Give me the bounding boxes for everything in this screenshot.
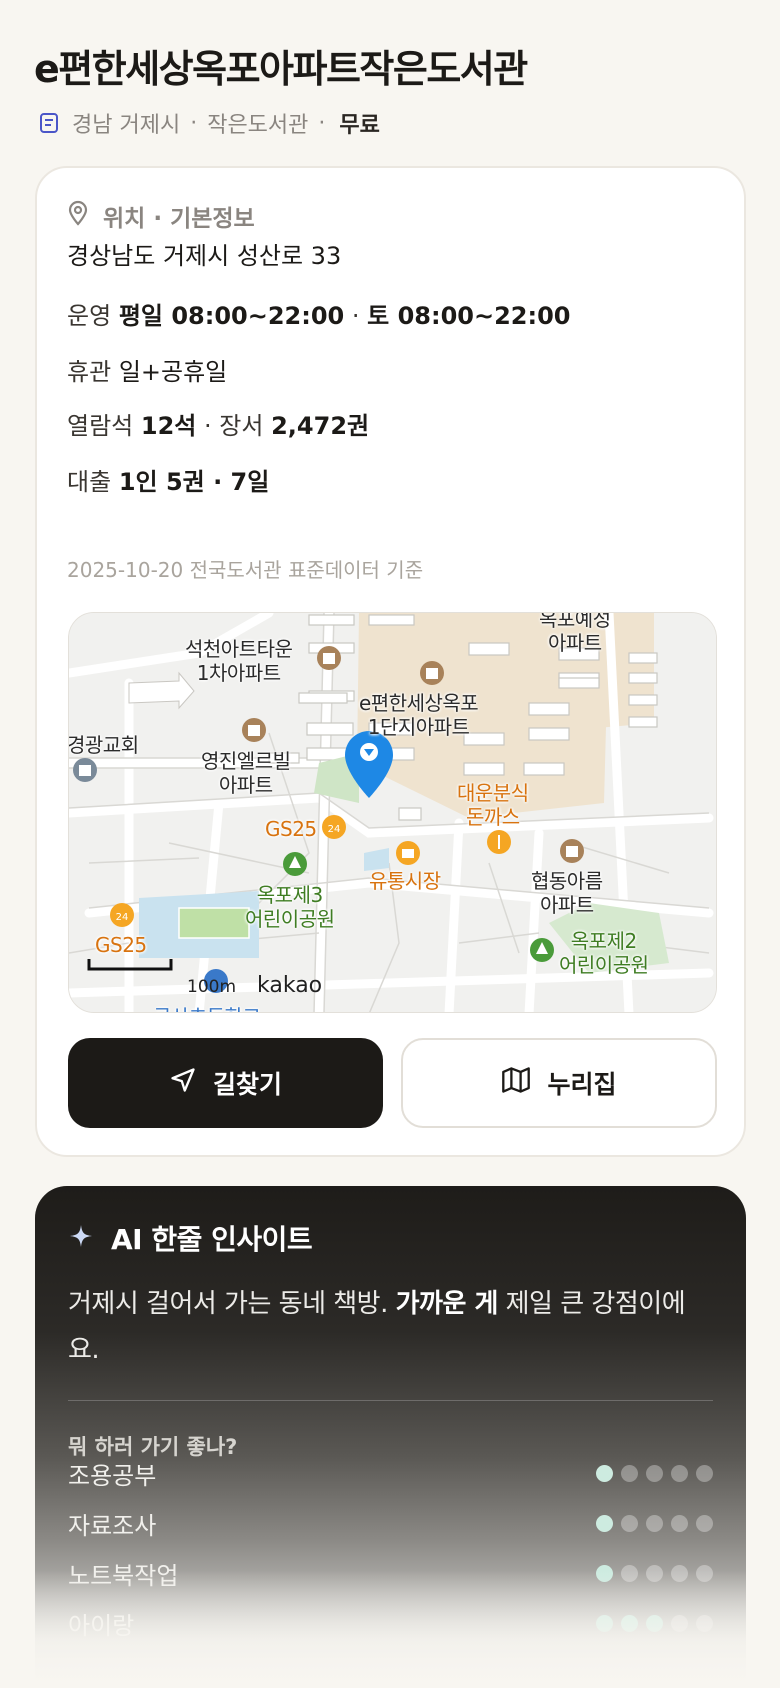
separator: · bbox=[190, 110, 198, 136]
score-dot bbox=[596, 1464, 613, 1482]
seats-label: 열람석 bbox=[67, 412, 134, 440]
directions-button[interactable]: 길찾기 bbox=[68, 1038, 383, 1128]
region-text: 경남 거제시 bbox=[72, 113, 181, 138]
score-dot bbox=[671, 1514, 688, 1532]
ai-text-part: 거제시 걸어서 가는 동네 책방. bbox=[68, 1289, 396, 1319]
map-label-daewoon: 대운분식 돈까스 bbox=[457, 781, 529, 829]
map-label-park3: 옥포제3 어린이공원 bbox=[245, 883, 335, 931]
score-dot bbox=[646, 1464, 663, 1482]
activity-name: 조용공부 bbox=[68, 1461, 157, 1490]
closed-label: 휴관 bbox=[67, 358, 112, 386]
hours-saturday: 토 08:00~22:00 bbox=[367, 302, 571, 330]
ai-insight-text: 거제시 걸어서 가는 동네 책방. 가까운 게 제일 큰 강점이에요. bbox=[68, 1281, 708, 1373]
score-dot bbox=[621, 1514, 638, 1532]
map-label-yutong: 유통시장 bbox=[369, 869, 441, 893]
seats-value: 12석 bbox=[140, 412, 197, 440]
closed-value: 일+공휴일 bbox=[118, 358, 228, 386]
loan-label: 대출 bbox=[67, 468, 112, 496]
activity-row: 조용공부 bbox=[68, 1457, 713, 1490]
score-dot bbox=[696, 1464, 713, 1482]
separator: · bbox=[318, 110, 326, 136]
navigation-arrow-icon bbox=[169, 1066, 197, 1100]
capacity-line: 열람석 12석 · 장서 2,472권 bbox=[67, 406, 369, 441]
svg-text:24: 24 bbox=[328, 824, 341, 835]
map-provider-logo: kakao bbox=[257, 973, 323, 998]
svg-text:24: 24 bbox=[116, 912, 129, 923]
score-dot bbox=[596, 1514, 613, 1532]
divider bbox=[68, 1400, 713, 1401]
books-label: 장서 bbox=[219, 412, 264, 440]
info-section-title: 위치 · 기본정보 bbox=[103, 206, 255, 232]
library-meta: 경남 거제시 · 작은도서관 · 무료 bbox=[36, 106, 380, 140]
score-dot bbox=[696, 1514, 713, 1532]
map-label-gs25-b: GS25 bbox=[95, 933, 147, 957]
map-label-youngjin: 영진엘르빌 아파트 bbox=[201, 749, 291, 797]
map-label-ehan: e편한세상옥포 1단지아파트 bbox=[359, 691, 479, 739]
map-label-seokcheon: 석천아트타운 1차아파트 bbox=[185, 637, 293, 685]
map-label-gs25-a: GS25 bbox=[265, 817, 317, 841]
hours-line: 운영 평일 08:00~22:00 · 토 08:00~22:00 bbox=[67, 296, 571, 331]
location-pin-icon bbox=[67, 200, 89, 232]
map-label-park2: 옥포제2 어린이공원 bbox=[559, 929, 649, 977]
page-title: e편한세상옥포아파트작은도서관 bbox=[34, 47, 528, 91]
ai-insight-header: AI 한줄 인사이트 bbox=[69, 1220, 313, 1256]
hours-label: 운영 bbox=[67, 302, 112, 330]
fee-text: 무료 bbox=[339, 113, 380, 138]
address-text: 경상남도 거제시 성산로 33 bbox=[67, 242, 342, 270]
map-label-church: 경광교회 bbox=[68, 733, 139, 757]
activity-score-dots bbox=[596, 1514, 713, 1532]
info-section-header: 위치 · 기본정보 bbox=[67, 200, 255, 232]
map-scale-label: 100m bbox=[187, 977, 237, 997]
loan-value: 1인 5권 · 7일 bbox=[118, 468, 270, 496]
info-card: 위치 · 기본정보 경상남도 거제시 성산로 33 운영 평일 08:00~22… bbox=[35, 166, 746, 1157]
map-icon bbox=[501, 1066, 531, 1100]
location-map[interactable]: 24 24 석천아트타운 1차아파트 e편한세상옥포 1단지아파트 옥포예성 아… bbox=[68, 612, 717, 1013]
ai-insight-title: AI 한줄 인사이트 bbox=[111, 1223, 313, 1256]
books-value: 2,472권 bbox=[271, 412, 370, 440]
closed-line: 휴관 일+공휴일 bbox=[67, 352, 227, 387]
separator: · bbox=[351, 302, 360, 330]
nurijip-label: 누리집 bbox=[547, 1070, 617, 1099]
nurijip-button[interactable]: 누리집 bbox=[401, 1038, 717, 1128]
score-dot bbox=[646, 1514, 663, 1532]
map-label-hyupdong: 협동아름 아파트 bbox=[531, 869, 603, 917]
data-basis-text: 2025-10-20 전국도서관 표준데이터 기준 bbox=[67, 558, 424, 582]
activity-score-dots bbox=[596, 1464, 713, 1482]
activity-row: 자료조사 bbox=[68, 1507, 713, 1540]
directions-label: 길찾기 bbox=[212, 1070, 282, 1099]
category-text: 작은도서관 bbox=[207, 113, 309, 138]
library-detail-page: e편한세상옥포아파트작은도서관 경남 거제시 · 작은도서관 · 무료 위치 ·… bbox=[0, 0, 780, 1688]
score-dot bbox=[621, 1464, 638, 1482]
score-dot bbox=[671, 1464, 688, 1482]
separator: · bbox=[204, 412, 212, 440]
activity-name: 자료조사 bbox=[68, 1511, 157, 1540]
map-label-okpo-top: 옥포예성 아파트 bbox=[539, 612, 611, 655]
ai-text-highlight: 가까운 게 bbox=[395, 1289, 499, 1319]
loan-line: 대출 1인 5권 · 7일 bbox=[67, 462, 269, 497]
bottom-fade bbox=[0, 1570, 780, 1688]
hours-weekday: 평일 08:00~22:00 bbox=[118, 302, 345, 330]
map-label-bottom: 국산초등학교 bbox=[153, 1005, 261, 1012]
document-icon bbox=[36, 110, 62, 136]
sparkle-icon bbox=[69, 1222, 93, 1255]
